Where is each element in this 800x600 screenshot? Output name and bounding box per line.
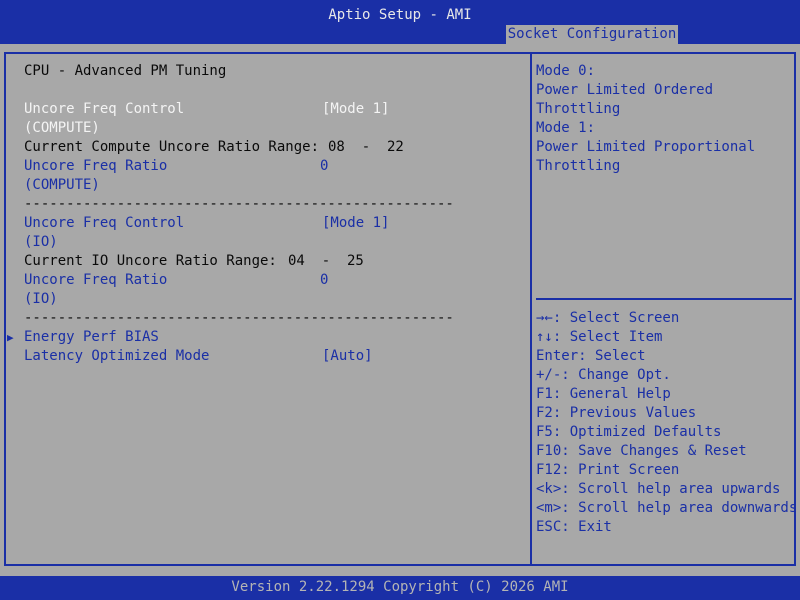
footer-bar: Version 2.22.1294 Copyright (C) 2026 AMI: [0, 576, 800, 600]
help-text-line: Throttling: [536, 158, 621, 174]
io-uncore-freq-ratio-value[interactable]: 0: [320, 271, 328, 290]
energy-perf-bias-submenu[interactable]: Energy Perf BIAS: [24, 328, 159, 347]
key-hint-enter: Enter: Select: [536, 348, 646, 364]
page-title: CPU - Advanced PM Tuning: [24, 63, 227, 79]
compute-uncore-freq-control-label[interactable]: Uncore Freq Control: [24, 100, 184, 119]
io-uncore-freq-control-label[interactable]: Uncore Freq Control: [24, 214, 184, 233]
io-uncore-freq-control-value[interactable]: [Mode 1]: [322, 214, 389, 233]
key-hint-select-item: ↑↓: Select Item: [536, 329, 663, 345]
key-hint-scroll-up: <k>: Scroll help area upwards: [536, 481, 781, 497]
compute-uncore-freq-control-sublabel: (COMPUTE): [24, 120, 100, 136]
io-uncore-freq-control-sublabel: (IO): [24, 234, 58, 250]
version-text: Version 2.22.1294 Copyright (C) 2026 AMI: [231, 579, 569, 595]
key-hint-f10: F10: Save Changes & Reset: [536, 443, 747, 459]
compute-uncore-freq-ratio-value[interactable]: 0: [320, 157, 328, 176]
key-hint-f5: F5: Optimized Defaults: [536, 424, 722, 440]
separator-line: ----------------------------------------…: [24, 310, 454, 326]
io-ratio-range-value: 04 - 25: [288, 253, 364, 269]
app-title: Aptio Setup - AMI: [328, 7, 472, 23]
key-hint-f1: F1: General Help: [536, 386, 671, 402]
compute-uncore-freq-ratio-label[interactable]: Uncore Freq Ratio: [24, 157, 167, 176]
key-hint-f12: F12: Print Screen: [536, 462, 680, 478]
compute-ratio-range-value: 08 - 22: [328, 139, 404, 155]
latency-optimized-mode-label[interactable]: Latency Optimized Mode: [24, 347, 209, 366]
io-uncore-freq-ratio-label[interactable]: Uncore Freq Ratio: [24, 271, 167, 290]
key-hint-change-opt: +/-: Change Opt.: [536, 367, 671, 383]
help-text-line: Power Limited Proportional: [536, 139, 756, 155]
compute-uncore-freq-control-value[interactable]: [Mode 1]: [322, 100, 389, 119]
io-uncore-freq-ratio-sublabel: (IO): [24, 291, 58, 307]
help-text-line: Power Limited Ordered: [536, 82, 714, 98]
compute-uncore-freq-ratio-sublabel: (COMPUTE): [24, 177, 100, 193]
separator-line: ----------------------------------------…: [24, 196, 454, 212]
help-text-line: Throttling: [536, 101, 621, 117]
help-divider: [536, 298, 792, 300]
panel-divider: [530, 52, 532, 566]
key-hint-f2: F2: Previous Values: [536, 405, 697, 421]
io-ratio-range-label: Current IO Uncore Ratio Range:: [24, 253, 277, 269]
compute-ratio-range-label: Current Compute Uncore Ratio Range:: [24, 139, 320, 155]
key-hint-esc: ESC: Exit: [536, 519, 612, 535]
help-text-line: Mode 0:: [536, 63, 596, 79]
tab-socket-configuration[interactable]: Socket Configuration: [506, 25, 678, 44]
latency-optimized-mode-value[interactable]: [Auto]: [322, 347, 373, 366]
key-hint-scroll-down: <m>: Scroll help area downwards: [536, 500, 798, 516]
triangle-right-icon: ▶: [7, 331, 14, 344]
key-hint-select-screen: →←: Select Screen: [536, 310, 680, 326]
title-bar: Aptio Setup - AMI Socket Configuration: [0, 0, 800, 44]
help-text-line: Mode 1:: [536, 120, 596, 136]
